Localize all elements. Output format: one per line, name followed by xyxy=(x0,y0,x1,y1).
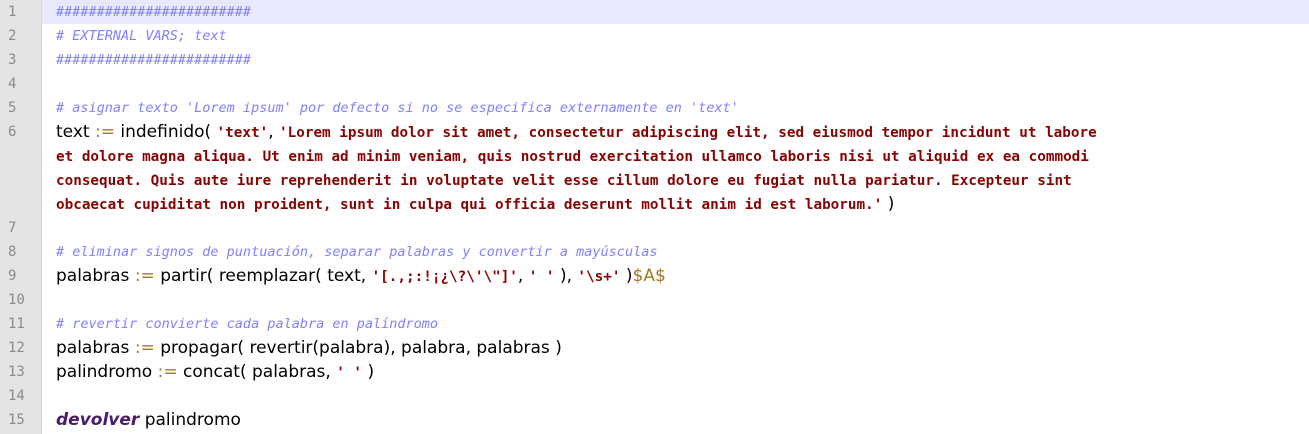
code-line-empty[interactable]: 7 xyxy=(8,216,1309,240)
comment: # asignar texto 'Lorem ipsum' por defect… xyxy=(56,100,739,116)
operator: := xyxy=(134,338,155,358)
code-line-wrap[interactable]: consequat. Quis aute iure reprehenderit … xyxy=(42,168,1309,192)
string-literal: consequat. Quis aute iure reprehenderit … xyxy=(56,173,1072,189)
operator: := xyxy=(134,266,155,286)
line-number: 12 xyxy=(8,340,25,356)
string-literal: et dolore magna aliqua. Ut enim ad minim… xyxy=(56,149,1089,165)
code-text: text := indefinido( 'text', 'Lorem ipsum… xyxy=(56,120,1097,144)
punctuation: ), xyxy=(559,266,572,286)
line-number: 6 xyxy=(8,124,17,140)
string-literal: obcaecat cupiditat non proident, sunt in… xyxy=(56,197,883,213)
line-number: 8 xyxy=(8,244,17,260)
code-line-empty[interactable]: 4 xyxy=(8,72,1309,96)
keyword: devolver xyxy=(56,410,140,430)
code-line[interactable]: 5 # asignar texto 'Lorem ipsum' por defe… xyxy=(8,96,1309,120)
code-line[interactable]: 13 palindromo := concat( palabras, ' ' ) xyxy=(8,360,1309,384)
string-literal: ' ' xyxy=(336,365,363,381)
comment: # EXTERNAL VARS; text xyxy=(56,28,227,44)
identifier: palabras xyxy=(56,266,130,286)
punctuation: , xyxy=(517,266,524,286)
line-number: 5 xyxy=(8,100,17,116)
code-line-wrap[interactable]: obcaecat cupiditat non proident, sunt in… xyxy=(42,192,1309,216)
identifier: palindromo xyxy=(56,362,153,382)
code-line[interactable]: 9 palabras := partir( reemplazar( text, … xyxy=(8,264,1309,288)
code-text: palabras := propagar( revertir(palabra),… xyxy=(56,336,562,360)
function-call: concat( palabras, xyxy=(183,362,331,382)
string-literal: '\s+' xyxy=(577,269,621,285)
line-number: 1 xyxy=(8,4,17,20)
code-text: et dolore magna aliqua. Ut enim ad minim… xyxy=(56,144,1089,168)
code-text: palindromo := concat( palabras, ' ' ) xyxy=(56,360,374,384)
line-number: 9 xyxy=(8,268,17,284)
code-line-empty[interactable]: 14 xyxy=(8,384,1309,408)
line-number: 14 xyxy=(8,388,25,404)
function-call: partir( reemplazar( text, xyxy=(160,266,367,286)
code-line[interactable]: 8 # eliminar signos de puntuación, separ… xyxy=(8,240,1309,264)
comment: # eliminar signos de puntuación, separar… xyxy=(56,244,658,260)
string-literal: ' ' xyxy=(528,269,555,285)
operator: := xyxy=(157,362,178,382)
line-number: 15 xyxy=(8,412,25,428)
comment: ######################## xyxy=(56,4,252,20)
function-call: propagar( revertir(palabra), palabra, pa… xyxy=(160,338,562,358)
code-editor[interactable]: 1 ######################## 2 # EXTERNAL … xyxy=(0,0,1309,434)
code-line[interactable]: 11 # revertir convierte cada palabra en … xyxy=(8,312,1309,336)
line-number: 3 xyxy=(8,52,17,68)
string-literal: 'Lorem ipsum dolor sit amet, consectetur… xyxy=(279,125,1097,141)
punctuation: ) xyxy=(625,266,633,286)
code-line-current[interactable]: 1 ######################## xyxy=(8,0,1309,24)
code-area[interactable]: 1 ######################## 2 # EXTERNAL … xyxy=(8,0,1309,432)
line-number: 11 xyxy=(8,316,25,332)
line-number: 4 xyxy=(8,76,17,92)
line-number: 2 xyxy=(8,28,17,44)
line-number: 13 xyxy=(8,364,25,380)
code-line[interactable]: 2 # EXTERNAL VARS; text xyxy=(8,24,1309,48)
comment: ######################## xyxy=(56,52,252,68)
code-line-wrap[interactable]: et dolore magna aliqua. Ut enim ad minim… xyxy=(42,144,1309,168)
line-number: 10 xyxy=(8,292,25,308)
line-number: 7 xyxy=(8,220,17,236)
punctuation: , xyxy=(268,122,274,142)
code-line[interactable]: 6 text := indefinido( 'text', 'Lorem ips… xyxy=(8,120,1309,144)
identifier: palabras xyxy=(56,338,130,358)
code-line[interactable]: 12 palabras := propagar( revertir(palabr… xyxy=(8,336,1309,360)
code-text: consequat. Quis aute iure reprehenderit … xyxy=(56,168,1072,192)
special-token: $A$ xyxy=(632,266,666,286)
identifier: text xyxy=(56,122,90,142)
operator: := xyxy=(94,122,115,142)
identifier: palindromo xyxy=(144,410,241,430)
code-line[interactable]: 3 ######################## xyxy=(8,48,1309,72)
code-line-empty[interactable]: 10 xyxy=(8,288,1309,312)
code-text: palabras := partir( reemplazar( text, '[… xyxy=(56,264,666,288)
code-text: obcaecat cupiditat non proident, sunt in… xyxy=(56,192,894,216)
string-literal: '[.,;:!¡¿\?\'\"]' xyxy=(371,269,518,285)
punctuation: ) xyxy=(887,194,895,214)
function-call: indefinido( xyxy=(120,122,212,142)
punctuation: ) xyxy=(367,362,375,382)
comment: # revertir convierte cada palabra en pal… xyxy=(56,316,439,332)
code-line[interactable]: 15 devolver palindromo xyxy=(8,408,1309,432)
code-text: devolver palindromo xyxy=(56,408,241,432)
string-literal: 'text' xyxy=(216,125,269,141)
